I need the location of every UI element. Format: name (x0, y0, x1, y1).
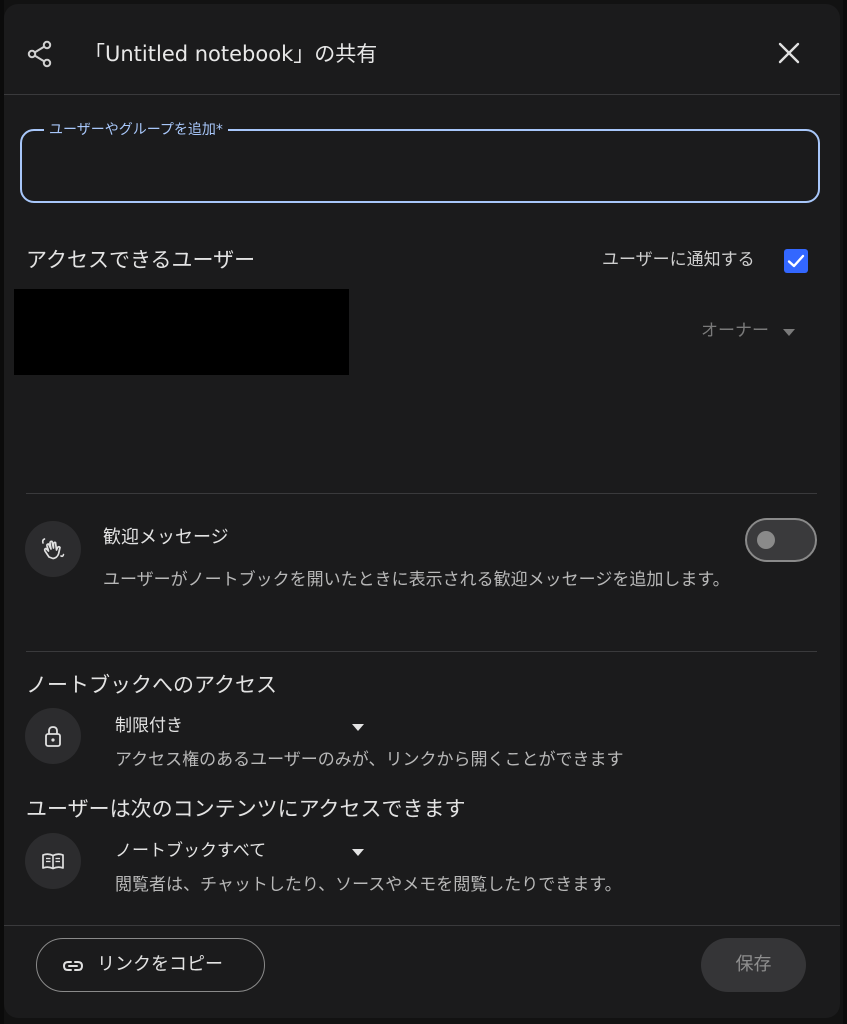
link-icon (62, 961, 84, 971)
add-users-label: ユーザーやグループを追加* (44, 122, 228, 138)
welcome-message-description: ユーザーがノートブックを開いたときに表示される歓迎メッセージを追加します。 (103, 570, 730, 590)
waving-hand-icon (41, 538, 65, 560)
owner-role-label: オーナー (701, 321, 769, 341)
toggle-knob (757, 531, 775, 549)
add-users-input[interactable] (36, 149, 800, 185)
dialog-header: 「Untitled notebook」の共有 (4, 4, 840, 95)
notebook-access-select[interactable]: 制限付き (115, 714, 183, 738)
content-access-select[interactable]: ノートブックすべて (115, 839, 266, 863)
share-icon (27, 40, 52, 68)
notify-label: ユーザーに通知する (602, 250, 755, 270)
welcome-message-toggle[interactable] (745, 518, 817, 562)
content-access-heading: ユーザーは次のコンテンツにアクセスできます (26, 797, 466, 821)
welcome-icon-circle (25, 521, 81, 577)
footer-divider (4, 925, 840, 926)
backdrop-right (843, 0, 847, 1024)
owner-caret-icon (783, 329, 795, 336)
notify-checkbox[interactable] (784, 249, 808, 273)
notebook-access-caret-icon[interactable] (352, 724, 364, 731)
notebook-access-heading: ノートブックへのアクセス (26, 673, 277, 697)
content-access-description: 閲覧者は、チャットしたり、ソースやメモを閲覧したりできます。 (115, 875, 622, 895)
save-button[interactable]: 保存 (701, 938, 806, 992)
copy-link-button[interactable]: リンクをコピー (36, 938, 265, 992)
book-icon (42, 853, 64, 870)
save-label: 保存 (735, 954, 772, 975)
lock-icon (45, 726, 61, 747)
add-users-field[interactable] (20, 129, 820, 203)
close-icon[interactable] (776, 40, 802, 66)
check-icon (787, 254, 805, 268)
divider-middle (26, 651, 817, 652)
dialog-title: 「Untitled notebook」の共有 (84, 42, 378, 66)
divider-top (26, 493, 817, 494)
share-dialog: 「Untitled notebook」の共有 ユーザーやグループを追加* アクセ… (4, 4, 840, 1018)
notebook-access-description: アクセス権のあるユーザーのみが、リンクから開くことができます (115, 750, 624, 770)
lock-icon-circle (25, 708, 81, 764)
book-icon-circle (25, 833, 81, 889)
copy-link-label: リンクをコピー (97, 954, 223, 975)
welcome-message-title: 歓迎メッセージ (103, 527, 229, 548)
redacted-user-entry (14, 289, 349, 375)
content-access-caret-icon[interactable] (352, 849, 364, 856)
access-heading: アクセスできるユーザー (26, 248, 256, 272)
